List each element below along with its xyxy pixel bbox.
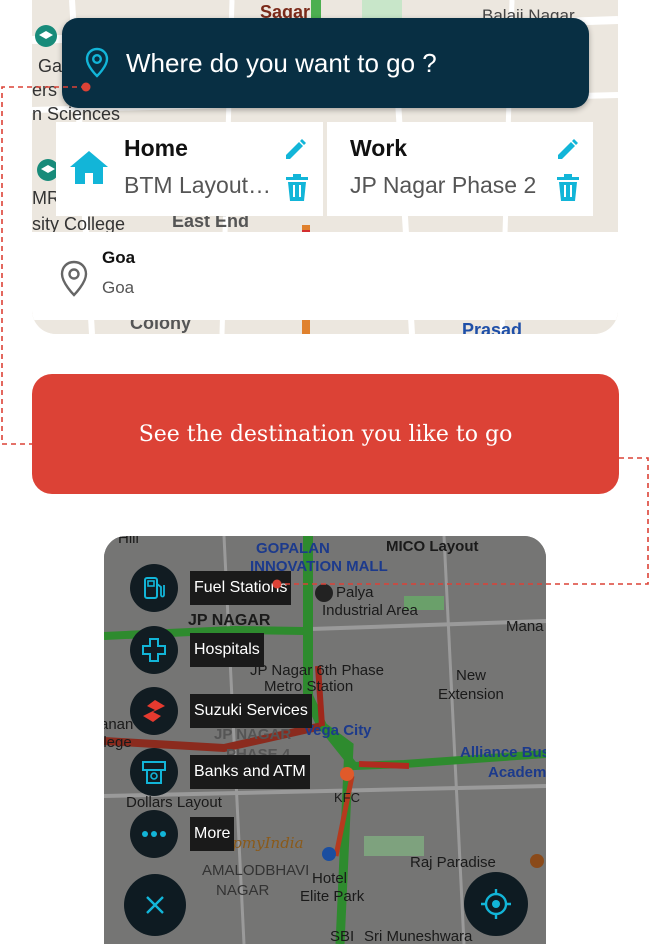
delete-trash-icon[interactable] bbox=[285, 174, 309, 202]
saved-place-address: BTM Layout, Bengaluru bbox=[124, 172, 274, 198]
saved-place-address: JP Nagar Phase 2 bbox=[350, 172, 537, 198]
map-label: Dollars Layout bbox=[126, 794, 222, 811]
map-label: NAGAR bbox=[216, 882, 270, 899]
delete-trash-icon[interactable] bbox=[556, 174, 580, 202]
map-label: Hill bbox=[118, 536, 139, 547]
suzuki-services-button[interactable] bbox=[130, 687, 178, 735]
search-bar[interactable]: Where do you want to go ? bbox=[62, 18, 589, 108]
map-label: Industrial Area bbox=[322, 602, 418, 619]
my-location-button[interactable] bbox=[464, 872, 528, 936]
map-label: MICO Layout bbox=[386, 538, 479, 555]
map-label: Alliance Bus bbox=[460, 744, 546, 761]
saved-place-work[interactable]: Work JP Nagar Phase 2 bbox=[327, 122, 593, 216]
map-label: anan bbox=[104, 716, 134, 733]
map-label: JP NAGAR bbox=[188, 612, 271, 629]
location-pin-icon bbox=[60, 260, 88, 297]
suzuki-services-label[interactable]: Suzuki Services bbox=[190, 694, 312, 728]
map-label: Raj Paradise bbox=[410, 854, 496, 871]
suzuki-logo-icon bbox=[143, 700, 165, 722]
map-label: Ga bbox=[38, 56, 63, 76]
banks-atm-label[interactable]: Banks and ATM bbox=[190, 755, 310, 789]
map-label: Sri Muneshwara bbox=[364, 928, 473, 944]
banks-atm-button[interactable] bbox=[130, 748, 178, 796]
map-label: JP Nagar 6th Phase bbox=[250, 662, 384, 679]
edit-pencil-icon[interactable] bbox=[555, 138, 579, 162]
info-banner: See the destination you like to go bbox=[32, 374, 619, 494]
map-label: ers bbox=[32, 80, 58, 100]
fuel-station-icon bbox=[144, 577, 165, 599]
map-label: KFC bbox=[334, 790, 360, 805]
hospital-cross-icon bbox=[142, 638, 166, 662]
map-label: Palya bbox=[336, 584, 374, 601]
fuel-stations-label[interactable]: Fuel Stations bbox=[190, 571, 292, 605]
college-marker-icon bbox=[35, 25, 57, 47]
more-button[interactable] bbox=[130, 810, 178, 858]
map-label: Extension bbox=[438, 686, 504, 703]
bottom-map-preview: GOPALAN INNOVATION MALL MICO Layout Paly… bbox=[104, 536, 546, 944]
map-label: Metro Station bbox=[264, 678, 354, 695]
banner-text: See the destination you like to go bbox=[138, 421, 513, 447]
home-icon bbox=[70, 151, 108, 184]
map-label: Vega City bbox=[304, 722, 372, 739]
map-label: Mana bbox=[506, 618, 544, 635]
fuel-stations-button[interactable] bbox=[130, 564, 178, 612]
map-label: GOPALAN bbox=[256, 540, 330, 557]
map-label: Academ bbox=[488, 764, 546, 781]
map-label: New bbox=[456, 667, 487, 684]
more-dots-icon bbox=[142, 831, 166, 837]
recent-destination-item[interactable]: Goa Goa bbox=[32, 232, 618, 320]
atm-icon bbox=[142, 761, 166, 784]
search-placeholder: Where do you want to go ? bbox=[126, 47, 437, 78]
map-label: Hotel bbox=[312, 870, 348, 887]
map-label: llege bbox=[104, 734, 132, 751]
close-icon bbox=[146, 896, 164, 914]
hospitals-button[interactable] bbox=[130, 626, 178, 674]
saved-place-home[interactable]: Home BTM Layout, Bengaluru bbox=[56, 122, 323, 216]
saved-place-title: Home bbox=[124, 135, 188, 161]
crosshair-locate-icon bbox=[481, 889, 511, 919]
more-label[interactable]: More bbox=[190, 817, 235, 851]
map-label: SBI bbox=[330, 928, 355, 944]
recent-title: Goa bbox=[102, 248, 136, 267]
saved-place-title: Work bbox=[350, 135, 408, 161]
edit-pencil-icon[interactable] bbox=[283, 138, 307, 162]
map-label: JP NAGAR bbox=[214, 726, 292, 743]
map-label: AMALODBHAVI bbox=[202, 862, 310, 879]
close-button[interactable] bbox=[124, 874, 186, 936]
recent-subtitle: Goa bbox=[102, 278, 135, 297]
map-label: Elite Park bbox=[300, 888, 365, 905]
hospitals-label[interactable]: Hospitals bbox=[190, 633, 264, 667]
location-pin-icon bbox=[85, 47, 109, 78]
map-label: Prasad bbox=[462, 320, 523, 334]
